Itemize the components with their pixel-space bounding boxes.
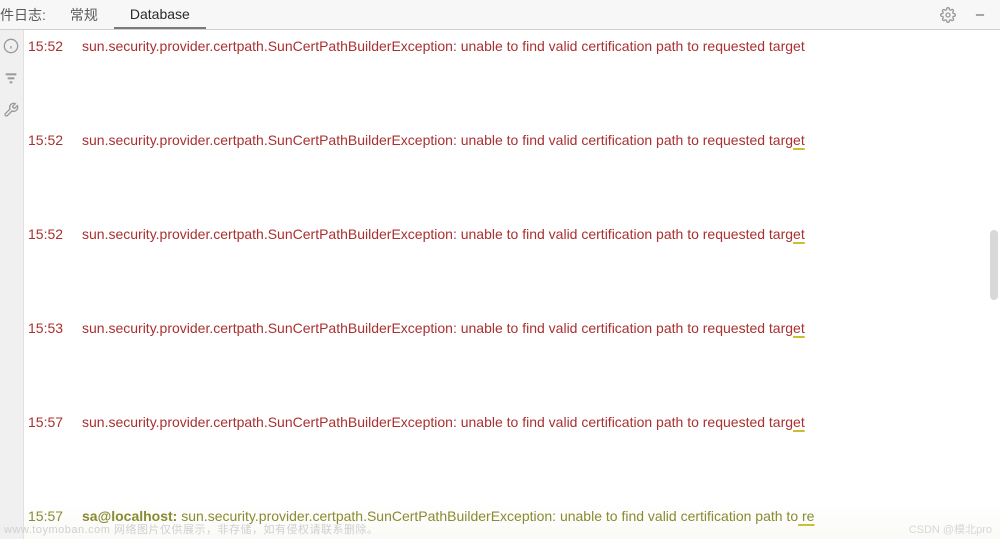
log-message: sun.security.provider.certpath.SunCertPa…: [82, 226, 1000, 242]
info-icon[interactable]: [3, 38, 21, 56]
log-time: 15:53: [28, 320, 82, 336]
watermark-left: www.toymoban.com 网络图片仅供展示，非存储，如有侵权请联系删除。: [4, 521, 378, 537]
log-message: sun.security.provider.certpath.SunCertPa…: [82, 132, 1000, 148]
panel-title: 件日志:: [0, 5, 54, 25]
log-message: sun.security.provider.certpath.SunCertPa…: [82, 38, 1000, 54]
log-row[interactable]: 15:52 sun.security.provider.certpath.Sun…: [24, 34, 1000, 128]
tab-general[interactable]: 常规: [54, 0, 114, 29]
log-time: 15:52: [28, 132, 82, 148]
filter-icon[interactable]: [3, 70, 21, 88]
header-bar: 件日志: 常规 Database: [0, 0, 1000, 30]
log-message: sun.security.provider.certpath.SunCertPa…: [82, 320, 1000, 336]
log-row[interactable]: 15:53 sun.security.provider.certpath.Sun…: [24, 316, 1000, 410]
log-message: sun.security.provider.certpath.SunCertPa…: [82, 414, 1000, 430]
log-time: 15:57: [28, 414, 82, 430]
left-toolbar: [0, 30, 24, 539]
scrollbar-thumb[interactable]: [990, 230, 998, 300]
log-row[interactable]: 15:52 sun.security.provider.certpath.Sun…: [24, 222, 1000, 316]
log-row[interactable]: 15:52 sun.security.provider.certpath.Sun…: [24, 128, 1000, 222]
gear-icon[interactable]: [936, 3, 960, 27]
main-area: 15:52 sun.security.provider.certpath.Sun…: [0, 30, 1000, 539]
log-panel: 15:52 sun.security.provider.certpath.Sun…: [24, 30, 1000, 539]
tab-database[interactable]: Database: [114, 0, 206, 29]
log-time: 15:52: [28, 226, 82, 242]
wrench-icon[interactable]: [3, 102, 21, 120]
log-row[interactable]: 15:57 sun.security.provider.certpath.Sun…: [24, 410, 1000, 504]
header-actions: [936, 3, 1000, 27]
watermark-right: CSDN @模北pro: [909, 521, 992, 537]
log-list: 15:52 sun.security.provider.certpath.Sun…: [24, 30, 1000, 539]
minimize-icon[interactable]: [968, 3, 992, 27]
tab-list: 常规 Database: [54, 0, 936, 29]
log-time: 15:52: [28, 38, 82, 54]
